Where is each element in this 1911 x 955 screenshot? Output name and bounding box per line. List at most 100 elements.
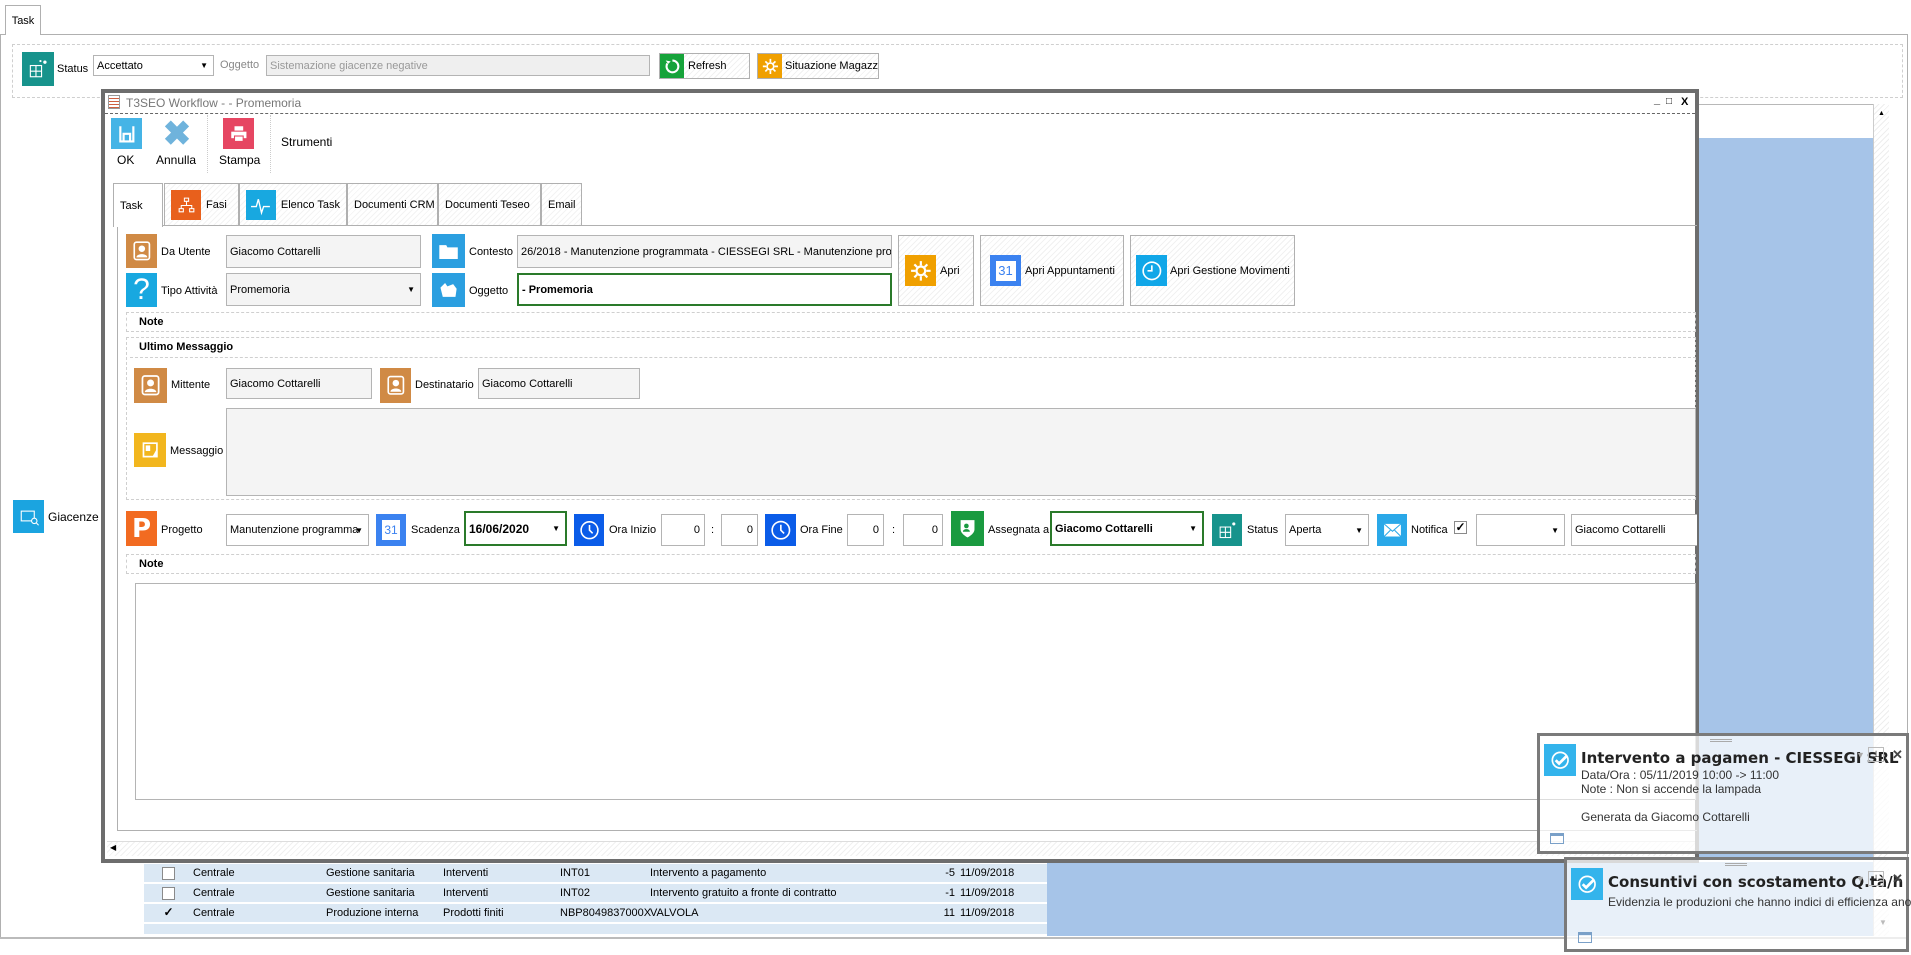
scroll-down-icon[interactable]: ▼: [1879, 918, 1887, 927]
pin-button[interactable]: ⊥: [1868, 747, 1884, 762]
contesto-label: Contesto: [469, 246, 514, 258]
oggetto-field[interactable]: Sistemazione giacenze negative: [266, 55, 650, 76]
note-textarea[interactable]: [135, 583, 1696, 800]
notifica-user-field[interactable]: Giacomo Cottarelli: [1571, 514, 1697, 546]
chevron-down-icon: ▼: [1551, 525, 1559, 535]
status-select[interactable]: Aperta ▼: [1285, 514, 1369, 546]
mittente-field[interactable]: Giacomo Cottarelli: [226, 368, 372, 399]
assegnata-value: Giacomo Cottarelli: [1055, 522, 1153, 535]
tab-elenco-task[interactable]: Elenco Task: [239, 183, 347, 226]
situazione-label: Situazione Magazzin: [785, 60, 879, 72]
notification-intervento[interactable]: Intervento a pagamen - CIESSEGI SRL Data…: [1537, 733, 1909, 854]
notification-consuntivi[interactable]: Consuntivi con scostamento Q.tà/h Eviden…: [1564, 857, 1911, 952]
clock-icon: [765, 514, 796, 546]
maximize-button[interactable]: □: [1666, 96, 1672, 107]
tab-email[interactable]: Email: [541, 183, 582, 226]
scadenza-label: Scadenza: [411, 524, 460, 536]
tab-task[interactable]: Task: [113, 183, 163, 227]
giacenze-label[interactable]: Giacenze M: [48, 510, 100, 524]
table-row[interactable]: Centrale Gestione sanitaria Interventi I…: [144, 864, 1047, 883]
dropdown-icon[interactable]: ▼: [1856, 750, 1865, 760]
pin-button[interactable]: ⊥: [1868, 871, 1884, 886]
refresh-label: Refresh: [688, 60, 727, 72]
row-checkbox-checked[interactable]: ✓: [162, 906, 175, 920]
oggetto-input[interactable]: - Promemoria: [517, 273, 892, 306]
annulla-button[interactable]: Annulla: [156, 153, 196, 167]
giacenze-search-icon[interactable]: [13, 500, 44, 533]
eye-window-icon[interactable]: [1578, 932, 1592, 943]
tipo-attivita-select[interactable]: Promemoria ▼: [226, 273, 421, 306]
dialog-app-icon: [108, 95, 120, 109]
project-p-icon: P: [126, 511, 157, 546]
cell-codice: INT01: [560, 867, 590, 879]
apri-button[interactable]: Apri: [898, 235, 974, 306]
scadenza-value: 16/06/2020: [469, 521, 530, 536]
assegnata-select[interactable]: Giacomo Cottarelli ▼: [1050, 511, 1204, 546]
apri-appuntamenti-button[interactable]: 31 Apri Appuntamenti: [980, 235, 1124, 306]
apri-gestione-movimenti-button[interactable]: Apri Gestione Movimenti: [1130, 235, 1295, 306]
eye-window-icon[interactable]: [1550, 833, 1564, 844]
tab-documenti-crm[interactable]: Documenti CRM: [347, 183, 438, 226]
ok-button[interactable]: OK: [117, 153, 134, 167]
cell-gestione: Gestione sanitaria: [326, 887, 415, 899]
outer-tab-task[interactable]: Task: [5, 5, 41, 35]
close-button[interactable]: X: [1681, 96, 1688, 108]
notification-close-button[interactable]: ✕: [1892, 871, 1903, 887]
situazione-magazzino-button[interactable]: Situazione Magazzin: [757, 53, 879, 79]
tab-label: Fasi: [206, 199, 227, 211]
chevron-down-icon: ▼: [1189, 524, 1197, 533]
notifica-select[interactable]: ▼: [1476, 514, 1565, 546]
scadenza-date-picker[interactable]: 16/06/2020 ▼: [464, 511, 567, 546]
dropdown-icon[interactable]: ▼: [1856, 874, 1865, 884]
notifica-checkbox[interactable]: ✓: [1454, 521, 1467, 534]
tab-label: Documenti Teseo: [445, 199, 530, 211]
ora-inizio-label: Ora Inizio: [609, 524, 657, 536]
progetto-select[interactable]: Manutenzione programma ▼: [226, 514, 369, 546]
apri-appuntamenti-label: Apri Appuntamenti: [1025, 264, 1115, 277]
stampa-button[interactable]: Stampa: [219, 153, 260, 167]
status-select[interactable]: Accettato ▼: [93, 55, 214, 76]
notification-description: Evidenzia le produzioni che hanno indici…: [1608, 895, 1911, 909]
tipo-attivita-label: Tipo Attività: [161, 285, 218, 297]
notification-close-button[interactable]: ✕: [1892, 747, 1903, 763]
row-checkbox[interactable]: [162, 867, 175, 880]
sun-gear-icon: [905, 255, 936, 286]
tab-fasi[interactable]: Fasi: [164, 183, 239, 226]
tab-documenti-teseo[interactable]: Documenti Teseo: [438, 183, 541, 226]
table-row[interactable]: Centrale Gestione sanitaria Interventi I…: [144, 884, 1047, 903]
cancel-x-icon[interactable]: ✖: [163, 115, 192, 153]
cell-codice: NBP8049837000X: [560, 907, 652, 919]
cell-gestione: Produzione interna: [326, 907, 419, 919]
cell-data: 11/09/2018: [960, 907, 1015, 919]
cell-codice: INT02: [560, 887, 590, 899]
ok-save-icon[interactable]: [111, 118, 142, 149]
minimize-button[interactable]: _: [1654, 94, 1660, 106]
ora-inizio-minutes[interactable]: 0: [721, 514, 758, 546]
row-checkbox[interactable]: [162, 887, 175, 900]
apri-label: Apri: [940, 264, 960, 277]
refresh-button[interactable]: Refresh: [659, 53, 750, 79]
table-row[interactable]: ✓ Centrale Produzione interna Prodotti f…: [144, 904, 1047, 923]
scroll-left-icon[interactable]: ◀: [110, 843, 116, 852]
drag-handle[interactable]: [1725, 863, 1747, 866]
cell-data: 11/09/2018: [960, 867, 1015, 879]
da-utente-field[interactable]: Giacomo Cottarelli: [226, 235, 421, 268]
ora-inizio-hours[interactable]: 0: [661, 514, 705, 546]
printer-icon[interactable]: [223, 118, 254, 149]
horizontal-scrollbar[interactable]: ◀: [107, 841, 1695, 856]
ora-fine-minutes[interactable]: 0: [903, 514, 943, 546]
destinatario-field[interactable]: Giacomo Cottarelli: [478, 368, 640, 399]
table-row-partial[interactable]: [144, 924, 1047, 935]
cell-qta: -1: [945, 887, 955, 899]
cell-sede: Centrale: [193, 867, 235, 879]
scroll-up-icon[interactable]: ▲: [1874, 110, 1889, 117]
clock-icon: [1136, 255, 1167, 286]
messaggio-textarea[interactable]: [226, 408, 1696, 496]
drag-handle[interactable]: [1710, 739, 1732, 742]
ora-fine-hours[interactable]: 0: [847, 514, 884, 546]
user-icon: [380, 368, 411, 403]
chevron-down-icon: ▼: [552, 524, 560, 533]
contesto-field[interactable]: 26/2018 - Manutenzione programmata - CIE…: [517, 235, 892, 268]
tab-label: Elenco Task: [280, 199, 340, 211]
check-circle-icon: [1571, 868, 1603, 900]
